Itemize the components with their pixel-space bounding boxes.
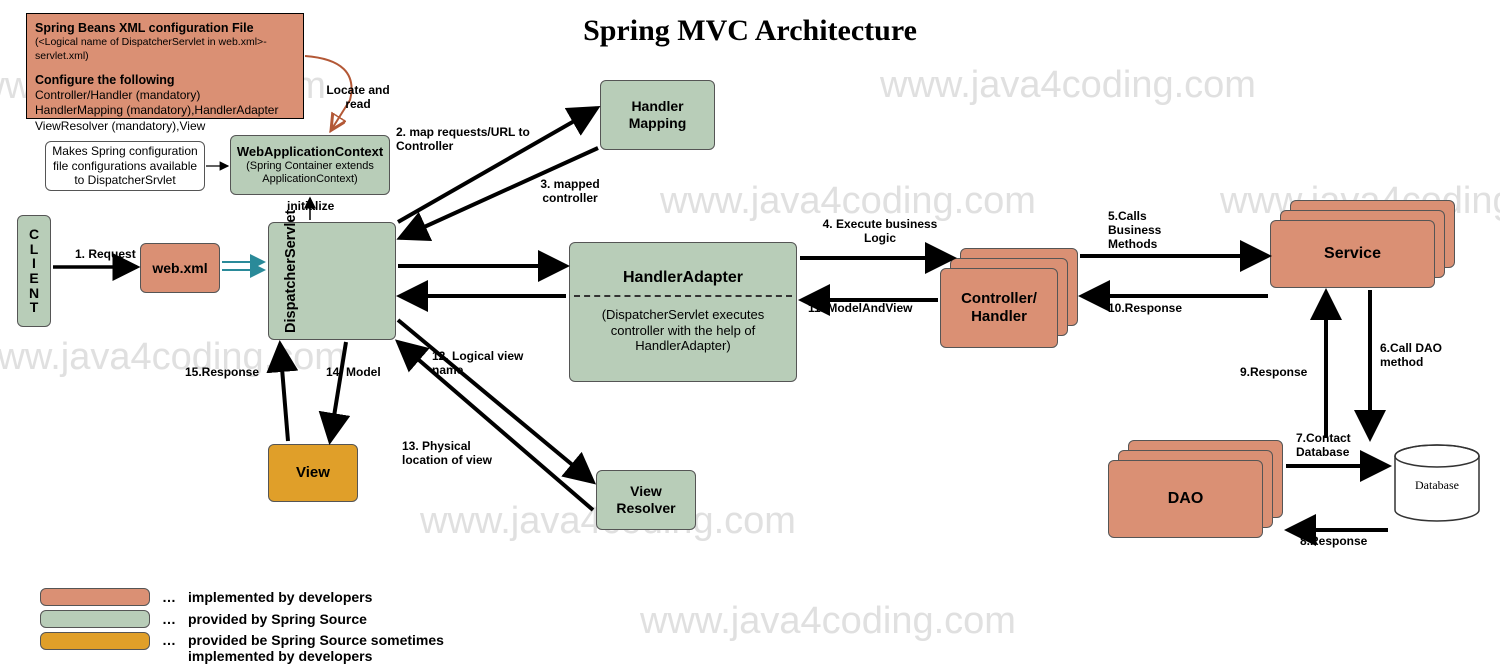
config-line3: ViewResolver (mandatory),View: [35, 119, 295, 135]
handler-adapter-box: HandlerAdapter (DispatcherServlet execut…: [569, 242, 797, 382]
legend-dev-text: implemented by developers: [188, 589, 372, 605]
label-3: 3. mapped controller: [530, 178, 610, 206]
label-4: 4. Execute business Logic: [820, 218, 940, 246]
config-line2: HandlerMapping (mandatory),HandlerAdapte…: [35, 103, 295, 119]
dao-text: DAO: [1168, 489, 1204, 508]
label-11: 11. ModelAndView: [808, 302, 912, 316]
legend-swatch-green: [40, 610, 150, 628]
label-12: 12. Logical view name: [432, 350, 532, 378]
legend-swatch-yellow: [40, 632, 150, 650]
legend-dots: …: [162, 589, 176, 605]
config-line1: Controller/Handler (mandatory): [35, 88, 295, 104]
wac-title: WebApplicationContext: [237, 144, 383, 160]
label-8: 8.Response: [1300, 535, 1367, 549]
watermark: www.java4coding.com: [640, 600, 1016, 643]
label-5: 5.Calls Business Methods: [1108, 210, 1198, 251]
dispatcher-box: DispatcherServlet: [268, 222, 396, 340]
legend-dots: …: [162, 611, 176, 627]
database-cylinder: Database: [1392, 444, 1482, 524]
client-text: C L I E N T: [29, 227, 39, 315]
watermark: www.java4coding.com: [880, 64, 1256, 107]
legend-both: … provided be Spring Source sometimes im…: [40, 632, 468, 664]
label-initialize: initialize: [287, 200, 334, 214]
view-resolver-box: View Resolver: [596, 470, 696, 530]
label-14: 14. Model: [326, 366, 381, 380]
view-text: View: [296, 464, 330, 482]
label-7: 7.Contact Database: [1296, 432, 1376, 460]
controller-stack: Controller/ Handler: [940, 248, 1078, 348]
webxml-box: web.xml: [140, 243, 220, 293]
config-header2: Configure the following: [35, 72, 295, 88]
wac-note-box: Makes Spring configuration file configur…: [45, 141, 205, 191]
label-locate: Locate and read: [318, 84, 398, 112]
wac-sub: (Spring Container extends ApplicationCon…: [235, 160, 385, 186]
legend-dev: … implemented by developers: [40, 588, 372, 606]
label-2: 2. map requests/URL to Controller: [396, 126, 536, 154]
label-10: 10.Response: [1108, 302, 1182, 316]
dao-stack: DAO: [1108, 440, 1288, 540]
client-box: C L I E N T: [17, 215, 51, 327]
handler-adapter-title: HandlerAdapter: [623, 262, 743, 293]
wac-box: WebApplicationContext (Spring Container …: [230, 135, 390, 195]
legend-dots: …: [162, 632, 176, 648]
wac-note-text: Makes Spring configuration file configur…: [50, 144, 200, 187]
label-9: 9.Response: [1240, 366, 1307, 380]
service-stack: Service: [1270, 200, 1460, 300]
service-text: Service: [1324, 244, 1381, 263]
legend-swatch-orange: [40, 588, 150, 606]
controller-text: Controller/ Handler: [945, 290, 1053, 326]
legend-both-text: provided be Spring Source sometimes impl…: [188, 632, 468, 664]
webxml-text: web.xml: [152, 260, 207, 277]
legend-spring: … provided by Spring Source: [40, 610, 367, 628]
view-box: View: [268, 444, 358, 502]
database-text: Database: [1392, 478, 1482, 493]
label-1: 1. Request: [75, 248, 136, 262]
config-header1: Spring Beans XML configuration File: [35, 20, 295, 36]
label-15: 15.Response: [185, 366, 259, 380]
dispatcher-text: DispatcherServlet: [283, 210, 300, 333]
label-6: 6.Call DAO method: [1380, 342, 1460, 370]
watermark: www.java4coding.com: [0, 336, 346, 379]
view-resolver-text: View Resolver: [601, 483, 691, 517]
legend-spring-text: provided by Spring Source: [188, 611, 367, 627]
config-box: Spring Beans XML configuration File (<Lo…: [26, 13, 304, 119]
handler-adapter-sub: (DispatcherServlet executes controller w…: [574, 299, 792, 362]
config-sub1: (<Logical name of DispatcherServlet in w…: [35, 36, 295, 63]
handler-mapping-box: Handler Mapping: [600, 80, 715, 150]
label-13: 13. Physical location of view: [402, 440, 502, 468]
handler-mapping-text: Handler Mapping: [605, 98, 710, 132]
